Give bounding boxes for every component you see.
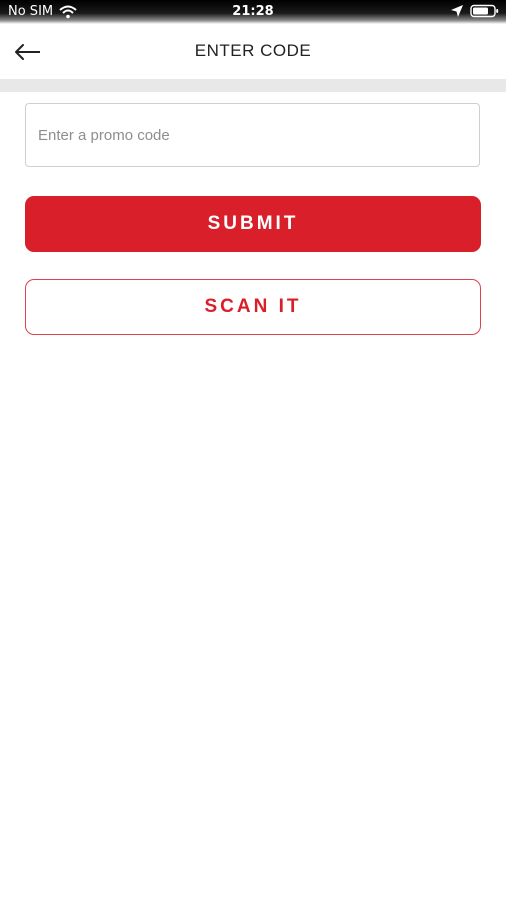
nav-bar: ENTER CODE — [0, 24, 506, 79]
location-icon — [451, 5, 463, 17]
page-title: ENTER CODE — [194, 41, 312, 60]
scan-it-button[interactable]: SCAN IT — [25, 279, 481, 335]
submit-button[interactable]: SUBMIT — [25, 196, 481, 252]
promo-code-input[interactable] — [25, 103, 480, 167]
status-bar: No SIM 21:28 — [0, 0, 506, 24]
status-icons — [450, 4, 500, 18]
status-time: 21:28 — [232, 4, 274, 19]
battery-icon — [470, 4, 499, 18]
header-divider — [0, 79, 506, 92]
